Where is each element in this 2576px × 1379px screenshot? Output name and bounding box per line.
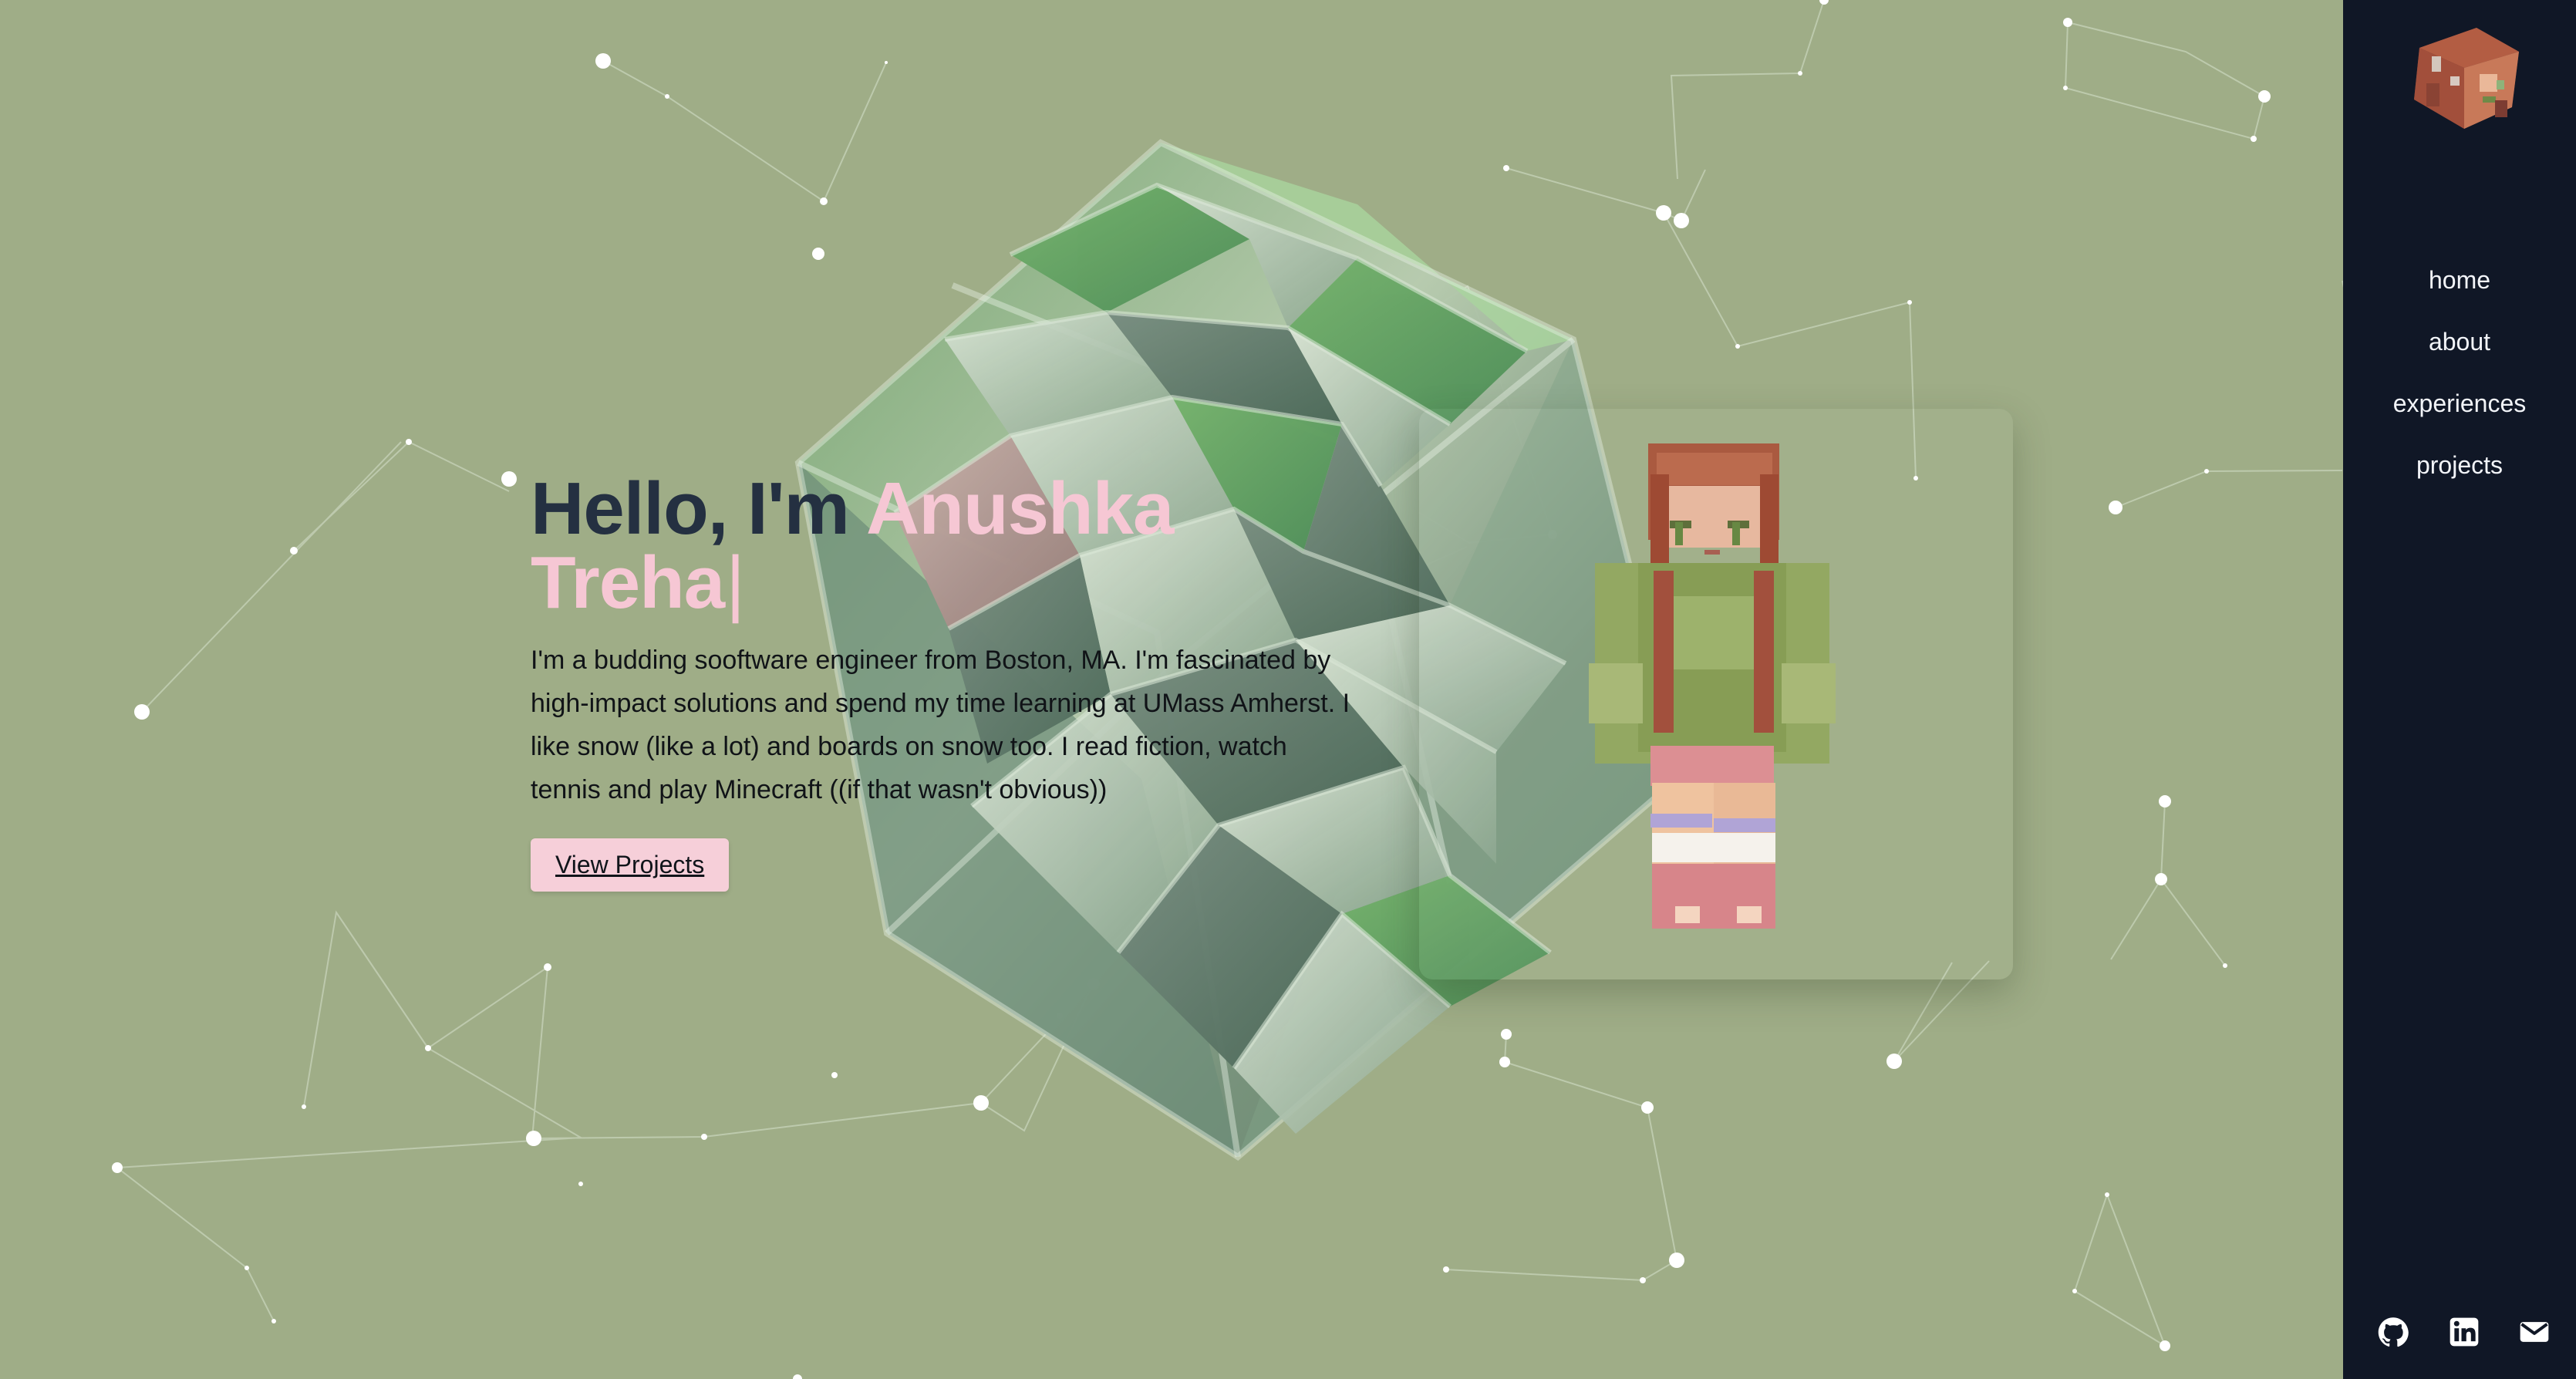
github-icon[interactable] [2376,1315,2410,1349]
view-projects-button[interactable]: View Projects [531,838,730,892]
portfolio-home-page: Hello, I'm Anushka Treha| I'm a budding … [0,0,2576,1379]
avatar[interactable] [2406,22,2524,131]
minecraft-character-illustration [1589,443,1836,929]
nav-experiences[interactable]: experiences [2343,384,2576,446]
hero-section: Hello, I'm Anushka Treha| I'm a budding … [531,472,1371,892]
name-second-line: Treha [531,541,725,624]
mail-icon[interactable] [2517,1315,2551,1349]
typing-cursor: | [726,541,745,624]
nav-home[interactable]: home [2343,261,2576,322]
sidebar-navigation: home about experiences projects [2343,0,2576,1379]
main-navigation: home about experiences projects [2343,261,2576,507]
social-links [2343,1315,2576,1352]
linkedin-icon[interactable] [2447,1315,2481,1349]
nav-projects[interactable]: projects [2343,446,2576,507]
hero-title: Hello, I'm Anushka Treha| [531,472,1371,620]
name-first-line: Anushka [866,467,1174,550]
nav-about[interactable]: about [2343,322,2576,384]
greeting-text: Hello, I'm [531,467,867,550]
intro-paragraph: I'm a budding sooftware engineer from Bo… [531,646,1350,804]
